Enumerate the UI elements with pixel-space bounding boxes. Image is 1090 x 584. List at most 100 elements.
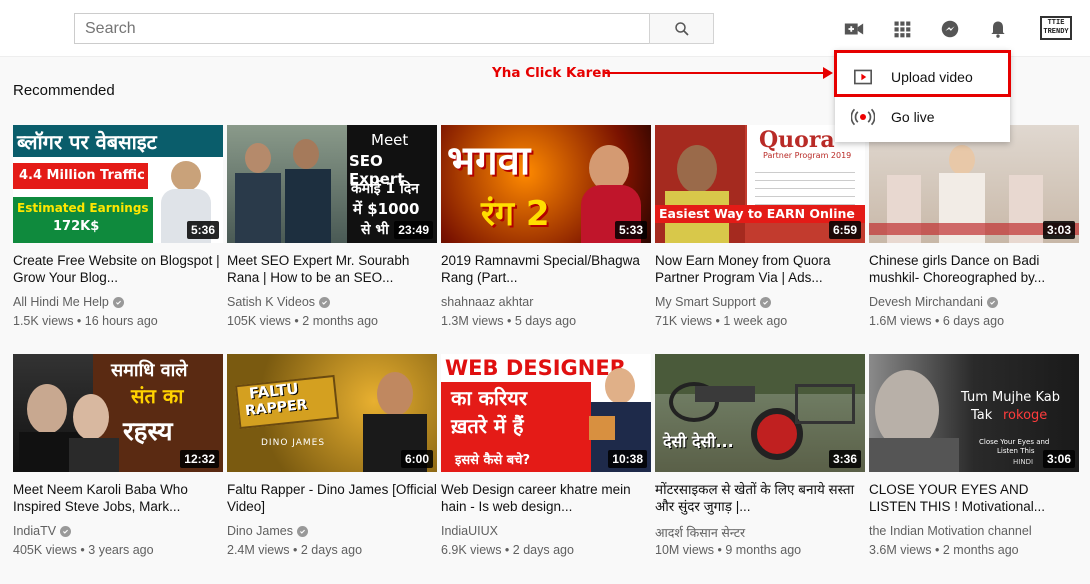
video-meta: 6.9K views • 2 days ago (441, 543, 574, 557)
video-title[interactable]: Web Design career khatre mein hain - Is … (441, 481, 651, 515)
video-meta: 1.3M views • 5 days ago (441, 314, 577, 328)
channel-name-text: shahnaaz akhtar (441, 295, 534, 309)
search-icon (674, 21, 689, 36)
video-title[interactable]: 2019 Ramnavmi Special/Bhagwa Rang (Part.… (441, 252, 651, 286)
channel-name[interactable]: the Indian Motivation channel (869, 524, 1032, 538)
duration-badge: 23:49 (394, 221, 433, 239)
thumb-text: देसी देसी... (663, 432, 734, 451)
thumb-text: ब्लॉगर पर वेबसाइट (17, 130, 157, 154)
view-count: 1.3M views (441, 314, 504, 328)
channel-name[interactable]: IndiaTV (13, 524, 72, 538)
verified-icon (112, 296, 124, 308)
channel-name-text: IndiaUIUX (441, 524, 498, 538)
view-count: 1.6M views (869, 314, 932, 328)
video-thumbnail[interactable]: ब्लॉगर पर वेबसाइट 4.4 Million Traffic Es… (13, 125, 223, 243)
channel-name-text: Dino James (227, 524, 293, 538)
search-button[interactable] (649, 13, 714, 44)
notifications-bell-icon[interactable] (987, 18, 1009, 40)
video-title[interactable]: Chinese girls Dance on Badi mushkil- Cho… (869, 252, 1079, 286)
duration-badge: 10:38 (608, 450, 647, 468)
go-live-menu-item[interactable]: Go live (835, 98, 1010, 136)
duration-badge: 12:32 (180, 450, 219, 468)
channel-name[interactable]: shahnaaz akhtar (441, 295, 533, 309)
video-thumbnail[interactable]: Tum Mujhe Kab Tak rokoge Close Your Eyes… (869, 354, 1079, 472)
upload-age: 5 days ago (514, 314, 577, 328)
thumb-text: Meet (371, 131, 409, 149)
video-thumbnail[interactable]: देसी देसी... 3:36 (655, 354, 865, 472)
channel-name-text: IndiaTV (13, 524, 57, 538)
thumb-text: Listen This (997, 447, 1035, 455)
video-thumbnail[interactable]: Meet SEO Expert कमाई 1 दिन में $1000 से … (227, 125, 437, 243)
thumb-text: Estimated Earnings (17, 201, 149, 215)
messages-icon[interactable] (939, 18, 961, 40)
video-thumbnail[interactable]: Quora Partner Program 2019 Easiest Way t… (655, 125, 865, 243)
thumb-text: Close Your Eyes and (979, 438, 1050, 446)
section-title: Recommended (13, 82, 115, 99)
video-thumbnail[interactable]: भगवा रंग 2 5:33 (441, 125, 651, 243)
duration-badge: 3:06 (1042, 450, 1075, 468)
channel-name-text: Satish K Videos (227, 295, 316, 309)
video-meta: 2.4M views • 2 days ago (227, 543, 363, 557)
thumb-text: Quora (759, 127, 835, 153)
create-video-icon[interactable] (843, 18, 865, 40)
thumb-text: भगवा (447, 138, 531, 184)
video-thumbnail[interactable]: समाधि वाले संत का रहस्य 12:32 (13, 354, 223, 472)
apps-grid-icon[interactable] (891, 18, 913, 40)
video-title[interactable]: Faltu Rapper - Dino James [Official Vide… (227, 481, 437, 515)
channel-name[interactable]: All Hindi Me Help (13, 295, 124, 309)
upload-age: 16 hours ago (84, 314, 158, 328)
channel-name[interactable]: आदर्श किसान सेन्टर (655, 524, 745, 541)
thumb-text: में $1000 (353, 200, 420, 218)
video-meta: 71K views • 1 week ago (655, 314, 788, 328)
view-count: 1.5K views (13, 314, 74, 328)
channel-name-text: आदर्श किसान सेन्टर (655, 526, 746, 540)
thumb-text: ख़तरे में हैं (451, 414, 524, 438)
video-meta: 1.6M views • 6 days ago (869, 314, 1005, 328)
duration-badge: 6:59 (828, 221, 861, 239)
channel-name[interactable]: Devesh Mirchandani (869, 295, 998, 309)
upload-age: 2 days ago (300, 543, 363, 557)
thumb-text: समाधि वाले (111, 360, 188, 381)
view-count: 405K views (13, 543, 77, 557)
thumb-text: DINO JAMES (261, 438, 326, 448)
view-count: 10M views (655, 543, 715, 557)
thumb-text: 4.4 Million Traffic (19, 168, 145, 183)
upload-age: 1 week ago (723, 314, 788, 328)
channel-name[interactable]: Dino James (227, 524, 308, 538)
view-count: 105K views (227, 314, 291, 328)
video-thumbnail[interactable]: WEB DESIGNER का करियर ख़तरे में हैं इससे… (441, 354, 651, 472)
video-thumbnail[interactable]: FALTU RAPPER DINO JAMES 6:00 (227, 354, 437, 472)
video-title[interactable]: CLOSE YOUR EYES AND LISTEN THIS ! Motiva… (869, 481, 1079, 515)
duration-badge: 3:03 (1042, 221, 1075, 239)
video-title[interactable]: Meet Neem Karoli Baba Who Inspired Steve… (13, 481, 223, 515)
view-count: 71K views (655, 314, 712, 328)
thumb-text: rokoge (1003, 408, 1048, 423)
channel-name[interactable]: IndiaUIUX (441, 524, 498, 538)
view-count: 2.4M views (227, 543, 290, 557)
video-title[interactable]: Create Free Website on Blogspot | Grow Y… (13, 252, 223, 286)
verified-icon (759, 296, 771, 308)
upload-age: 3 years ago (88, 543, 154, 557)
channel-name-text: the Indian Motivation channel (869, 524, 1032, 538)
duration-badge: 6:00 (400, 450, 433, 468)
video-thumbnail[interactable]: 3:03 (869, 125, 1079, 243)
thumb-text: इससे कैसे बचे? (455, 453, 531, 468)
top-bar: TTIE TRENDY (0, 0, 1090, 57)
video-title[interactable]: मोंटरसाइकल से खेतों के लिए बनाये सस्ता औ… (655, 481, 865, 515)
upload-age: 2 months ago (942, 543, 1019, 557)
upload-age: 6 days ago (942, 314, 1005, 328)
menu-item-label: Go live (891, 109, 935, 125)
channel-name-text: My Smart Support (655, 295, 756, 309)
video-title[interactable]: Meet SEO Expert Mr. Sourabh Rana | How t… (227, 252, 437, 286)
duration-badge: 5:36 (186, 221, 219, 239)
upload-age: 2 months ago (302, 314, 379, 328)
channel-name[interactable]: My Smart Support (655, 295, 771, 309)
annotation-arrow-icon (605, 67, 833, 79)
verified-icon (319, 296, 331, 308)
search-input[interactable] (74, 13, 650, 44)
video-title[interactable]: Now Earn Money from Quora Partner Progra… (655, 252, 865, 286)
view-count: 3.6M views (869, 543, 932, 557)
channel-name[interactable]: Satish K Videos (227, 295, 331, 309)
account-avatar[interactable]: TTIE TRENDY (1040, 16, 1072, 40)
thumb-text: का करियर (451, 386, 528, 410)
